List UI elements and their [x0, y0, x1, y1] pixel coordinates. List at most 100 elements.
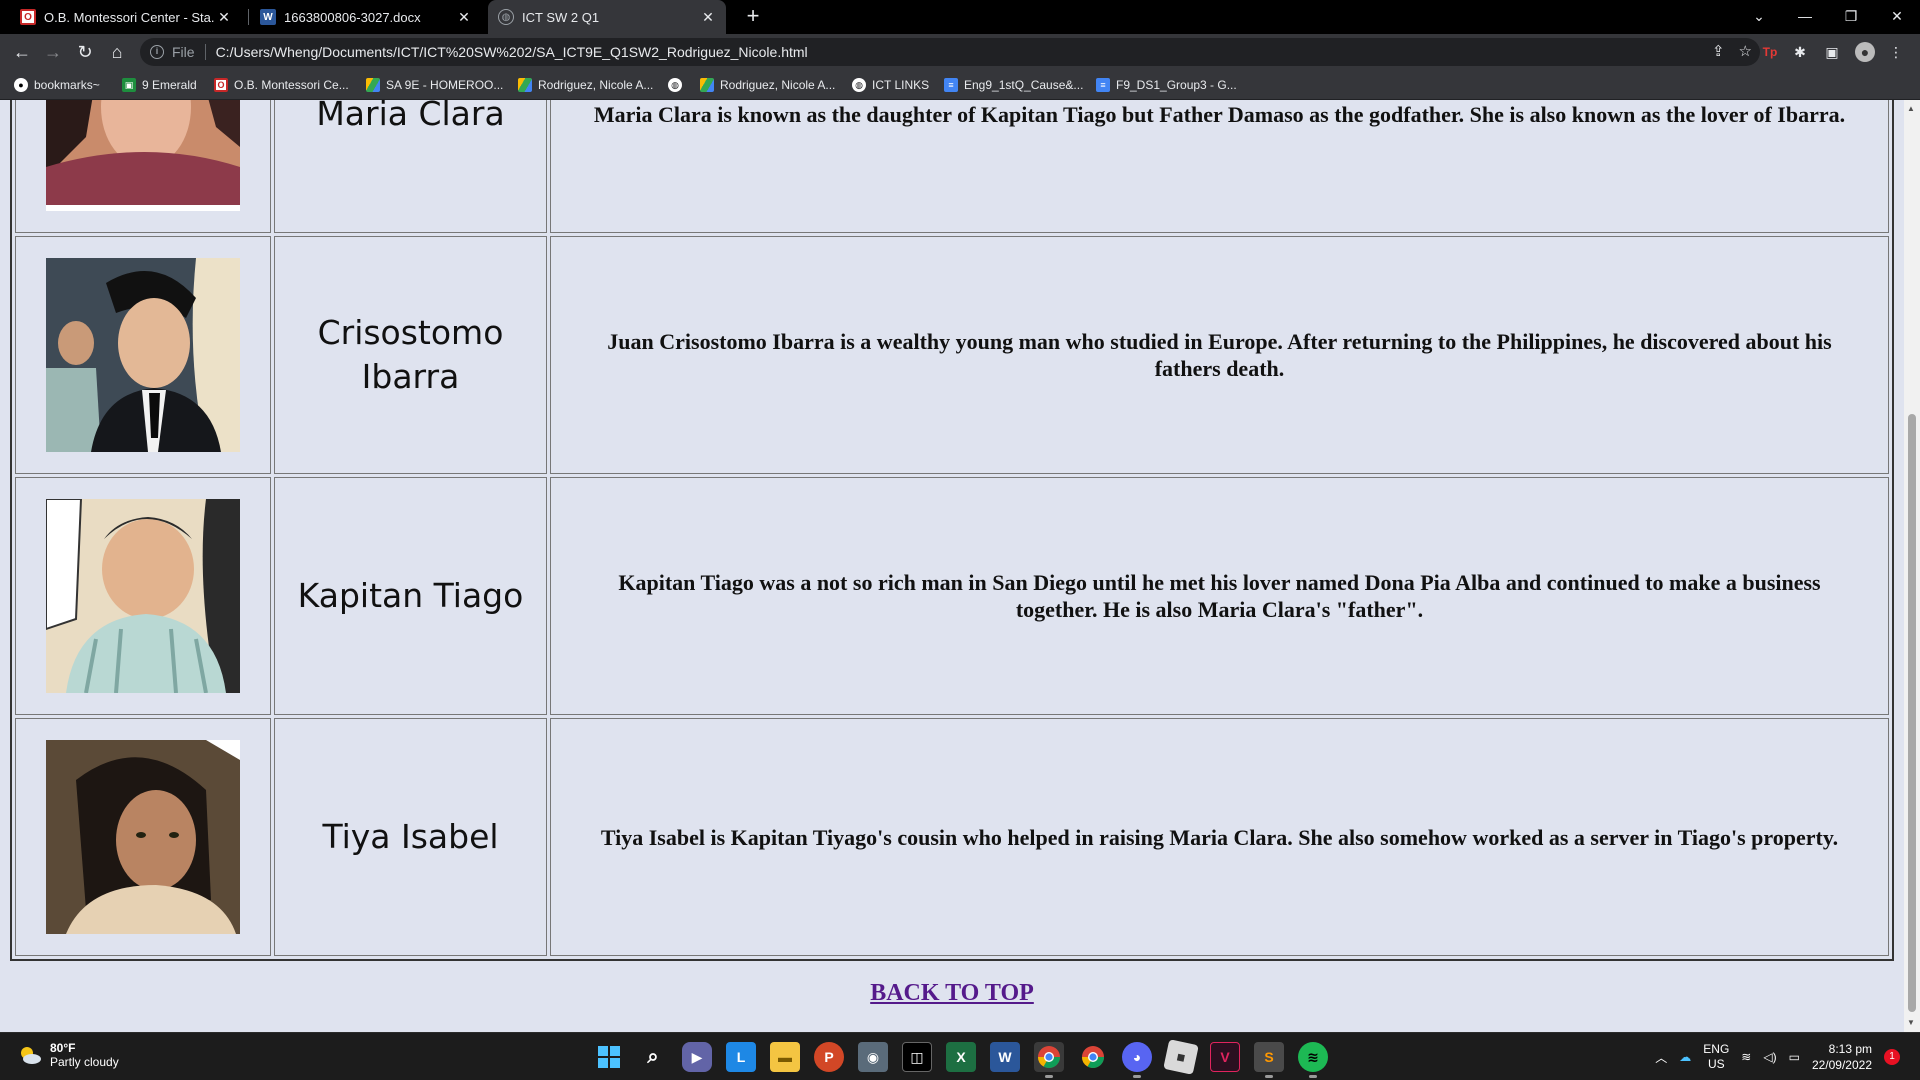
- bookmark-item[interactable]: ● bookmarks~: [14, 70, 100, 100]
- bookmark-label: Rodriguez, Nicole A...: [538, 78, 654, 92]
- bookmark-star-icon[interactable]: ☆: [1739, 42, 1752, 60]
- chevron-up-icon[interactable]: ︿: [1655, 1049, 1667, 1066]
- windows-start-icon[interactable]: [594, 1042, 624, 1072]
- powerpoint-icon[interactable]: P: [814, 1042, 844, 1072]
- clock[interactable]: 8:13 pm 22/09/2022: [1812, 1041, 1872, 1073]
- scroll-up-arrow-icon[interactable]: ▲: [1907, 104, 1915, 113]
- word-icon[interactable]: W: [990, 1042, 1020, 1072]
- share-icon[interactable]: ⇪: [1712, 42, 1725, 60]
- active-app-indicator: [1045, 1075, 1053, 1078]
- weather-widget[interactable]: 80°F Partly cloudy: [18, 1041, 119, 1069]
- roblox-icon[interactable]: ■: [1163, 1039, 1199, 1075]
- weather-temp: 80°F: [50, 1041, 76, 1055]
- bookmark-item[interactable]: Rodriguez, Nicole A...: [518, 70, 653, 100]
- spotify-icon[interactable]: ≋: [1298, 1042, 1328, 1078]
- extensions-puzzle-icon[interactable]: ✱: [1790, 42, 1810, 62]
- tab-title: 1663800806-3027.docx: [284, 9, 421, 25]
- bookmark-item[interactable]: Rodriguez, Nicole A...: [700, 70, 835, 100]
- notification-badge[interactable]: 1: [1884, 1049, 1900, 1065]
- bookmark-item[interactable]: ◍ ICT LINKS: [852, 70, 929, 100]
- tab-obmc[interactable]: O O.B. Montessori Center - Sta. Ana ✕: [10, 0, 242, 34]
- bookmark-item[interactable]: ≡ Eng9_1stQ_Cause&...: [944, 70, 1083, 100]
- chrome-alt-icon[interactable]: [1078, 1042, 1108, 1072]
- crisostomo-ibarra-portrait: [46, 258, 240, 452]
- vivaldi-icon[interactable]: V: [1210, 1042, 1240, 1072]
- forward-arrow-icon[interactable]: →: [41, 40, 65, 64]
- table-row: Crisostomo Ibarra Juan Crisostomo Ibarra…: [15, 236, 1889, 474]
- language-code: ENG: [1703, 1042, 1730, 1056]
- search-icon[interactable]: ⌕: [638, 1042, 668, 1072]
- portrait-cell: [15, 100, 271, 233]
- kapitan-tiago-portrait: [46, 499, 240, 693]
- close-icon[interactable]: ✕: [700, 9, 716, 26]
- bookmark-label: F9_DS1_Group3 - G...: [1116, 78, 1237, 92]
- battery-icon[interactable]: ▭: [1789, 1050, 1800, 1064]
- profile-avatar-icon[interactable]: ●: [1855, 42, 1875, 62]
- google-classroom-icon: ▣: [122, 78, 136, 92]
- window-close-icon[interactable]: ✕: [1874, 0, 1920, 34]
- close-icon[interactable]: ✕: [216, 9, 232, 26]
- discord-icon[interactable]: ◕: [1122, 1042, 1152, 1078]
- page-scrollbar[interactable]: ▲ ▼: [1904, 100, 1920, 1032]
- bookmark-item[interactable]: SA 9E - HOMEROO...: [366, 70, 503, 100]
- back-to-top-link[interactable]: BACK TO TOP: [0, 980, 1904, 1007]
- character-name: Crisostomo Ibarra: [274, 236, 547, 474]
- portrait-cell: [15, 477, 271, 715]
- portrait-cell: [15, 718, 271, 956]
- tab-ict-sw2[interactable]: ◍ ICT SW 2 Q1 ✕: [488, 0, 726, 34]
- restore-icon[interactable]: ❐: [1828, 0, 1874, 34]
- url-text[interactable]: C:/Users/Wheng/Documents/ICT/ICT%20SW%20…: [216, 44, 808, 60]
- character-name: Tiya Isabel: [274, 718, 547, 956]
- onedrive-icon[interactable]: ☁: [1679, 1050, 1691, 1064]
- lexi-icon[interactable]: L: [726, 1042, 756, 1072]
- file-explorer-icon[interactable]: ▬: [770, 1042, 800, 1072]
- extension-tp-icon[interactable]: Tp: [1760, 42, 1780, 62]
- info-icon[interactable]: i: [150, 45, 164, 59]
- bookmark-item[interactable]: O O.B. Montessori Ce...: [214, 70, 349, 100]
- menu-kebab-icon[interactable]: ⋮: [1886, 42, 1906, 62]
- obmc-favicon-icon: O: [20, 9, 36, 25]
- scrollbar-thumb[interactable]: [1908, 414, 1916, 1012]
- tab-docx[interactable]: W 1663800806-3027.docx ✕: [250, 0, 482, 34]
- bookmark-item[interactable]: ◍: [668, 70, 688, 100]
- word-favicon-icon: W: [260, 9, 276, 25]
- obmc-icon: O: [214, 78, 228, 92]
- close-icon[interactable]: ✕: [456, 9, 472, 26]
- new-tab-button[interactable]: +: [740, 4, 766, 30]
- page-viewport[interactable]: Maria Clara Maria Clara is known as the …: [0, 100, 1904, 1032]
- sublime-icon[interactable]: S: [1254, 1042, 1284, 1078]
- wifi-icon[interactable]: ≋: [1741, 1050, 1751, 1064]
- bookmark-label: O.B. Montessori Ce...: [234, 78, 349, 92]
- home-icon[interactable]: ⌂: [105, 40, 129, 64]
- volume-icon[interactable]: ◁): [1763, 1050, 1776, 1064]
- minimize-icon[interactable]: —: [1782, 0, 1828, 34]
- excel-icon[interactable]: X: [946, 1042, 976, 1072]
- active-app-indicator: [1133, 1075, 1141, 1078]
- scroll-down-arrow-icon[interactable]: ▼: [1907, 1018, 1915, 1027]
- camera-icon[interactable]: ◉: [858, 1042, 888, 1072]
- active-app-indicator: [1309, 1075, 1317, 1078]
- side-panel-icon[interactable]: ▣: [1822, 42, 1842, 62]
- weather-condition: Partly cloudy: [50, 1055, 119, 1069]
- language-indicator[interactable]: ENG US: [1703, 1042, 1729, 1072]
- tab-separator: [248, 9, 249, 25]
- back-arrow-icon[interactable]: ←: [10, 40, 34, 64]
- active-app-indicator: [1265, 1075, 1273, 1078]
- keyboard-layout: US: [1707, 1057, 1725, 1071]
- character-name: Kapitan Tiago: [274, 477, 547, 715]
- drive-icon: [518, 78, 532, 92]
- teams-chat-icon[interactable]: ▶: [682, 1042, 712, 1072]
- address-bar[interactable]: i File C:/Users/Wheng/Documents/ICT/ICT%…: [140, 38, 1760, 66]
- windows-taskbar: 80°F Partly cloudy ⌕ ▶ L ▬ P ◉ ◫ X W ◕ ■…: [0, 1032, 1920, 1080]
- system-tray: ︿ ☁ ENG US ≋ ◁) ▭ 8:13 pm 22/09/2022 1: [1655, 1033, 1900, 1080]
- tab-search-icon[interactable]: ⌄: [1736, 0, 1782, 34]
- reload-icon[interactable]: ↻: [73, 40, 97, 64]
- url-scheme: File: [172, 44, 195, 60]
- chrome-icon[interactable]: [1034, 1042, 1064, 1078]
- roblox-studio-icon[interactable]: ◫: [902, 1042, 932, 1072]
- bookmark-item[interactable]: ▣ 9 Emerald: [122, 70, 197, 100]
- bookmark-label: 9 Emerald: [142, 78, 197, 92]
- bookmark-item[interactable]: ≡ F9_DS1_Group3 - G...: [1096, 70, 1237, 100]
- tab-title: O.B. Montessori Center - Sta. Ana: [44, 9, 216, 25]
- bookmark-label: ICT LINKS: [872, 78, 930, 92]
